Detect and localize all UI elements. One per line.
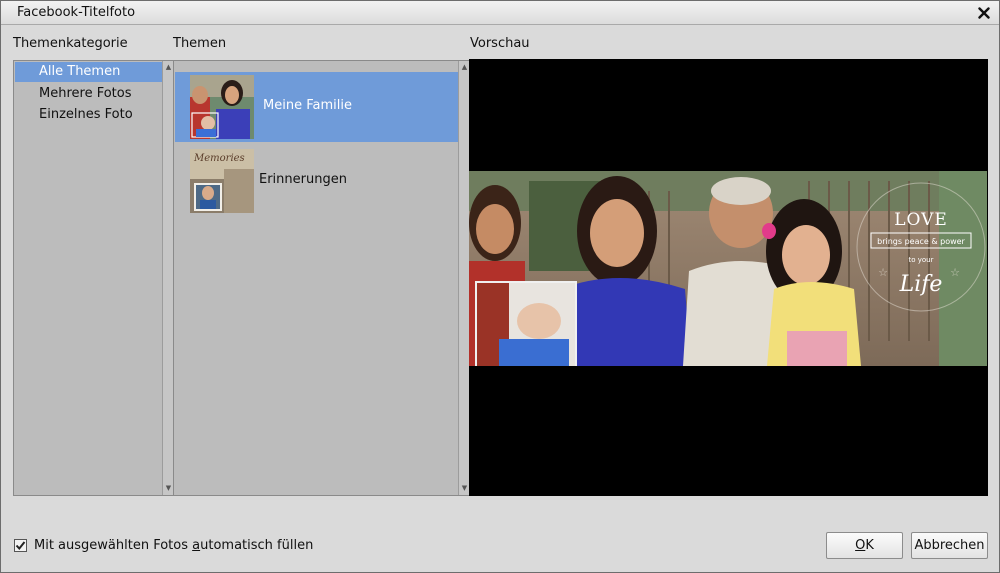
- theme-item-memories[interactable]: Memories Erinnerungen: [175, 146, 458, 216]
- theme-scrollbar[interactable]: ▲ ▼: [458, 61, 469, 495]
- svg-text:☆: ☆: [878, 266, 888, 279]
- cover-photo-preview: LOVE brings peace & power to your Life ☆…: [469, 171, 987, 366]
- overlay-line1: brings peace & power: [877, 237, 965, 246]
- theme-label-memories: Erinnerungen: [259, 172, 347, 187]
- memories-thumb-text: Memories: [193, 153, 245, 164]
- svg-text:☆: ☆: [950, 266, 960, 279]
- scroll-down-arrow-icon[interactable]: ▼: [164, 484, 173, 493]
- category-heading: Themenkategorie: [13, 36, 128, 51]
- category-list[interactable]: Alle Themen Mehrere Fotos Einzelnes Foto…: [13, 60, 174, 496]
- overlay-title: LOVE: [894, 210, 948, 230]
- themes-heading: Themen: [173, 36, 227, 51]
- ok-button[interactable]: OK: [826, 532, 903, 559]
- autofill-checkbox[interactable]: [14, 539, 27, 552]
- family-thumbnail: [190, 75, 254, 139]
- theme-label-my-family: Meine Familie: [263, 98, 352, 113]
- scroll-down-arrow-icon[interactable]: ▼: [460, 484, 469, 493]
- scroll-up-arrow-icon[interactable]: ▲: [460, 63, 469, 72]
- preview-area: LOVE brings peace & power to your Life ☆…: [469, 59, 988, 496]
- category-item-multiple-photos[interactable]: Mehrere Fotos: [15, 84, 162, 104]
- cancel-button[interactable]: Abbrechen: [911, 532, 988, 559]
- preview-heading: Vorschau: [470, 36, 530, 51]
- theme-item-my-family[interactable]: Meine Familie: [175, 72, 458, 142]
- autofill-label: Mit ausgewählten Fotos automatisch fülle…: [34, 538, 314, 553]
- autofill-option[interactable]: Mit ausgewählten Fotos automatisch fülle…: [14, 538, 313, 553]
- scroll-up-arrow-icon[interactable]: ▲: [164, 63, 173, 72]
- category-item-all-themes[interactable]: Alle Themen: [15, 62, 162, 82]
- dialog-window: Facebook-Titelfoto Themenkategorie Theme…: [0, 0, 1000, 573]
- title-bar[interactable]: Facebook-Titelfoto: [1, 1, 999, 25]
- window-title: Facebook-Titelfoto: [17, 5, 136, 20]
- category-item-single-photo[interactable]: Einzelnes Foto: [15, 105, 162, 125]
- checkmark-icon: [15, 541, 26, 551]
- close-icon: [978, 7, 990, 19]
- overlay-script: Life: [899, 272, 943, 297]
- overlay-line2: to your: [909, 256, 934, 264]
- ok-button-label: OK: [855, 538, 874, 553]
- close-button[interactable]: [975, 4, 993, 22]
- memories-thumbnail: Memories: [190, 149, 254, 213]
- theme-list[interactable]: Meine Familie Memories Erinnerungen ▲ ▼: [173, 60, 470, 496]
- category-scrollbar[interactable]: ▲ ▼: [162, 61, 173, 495]
